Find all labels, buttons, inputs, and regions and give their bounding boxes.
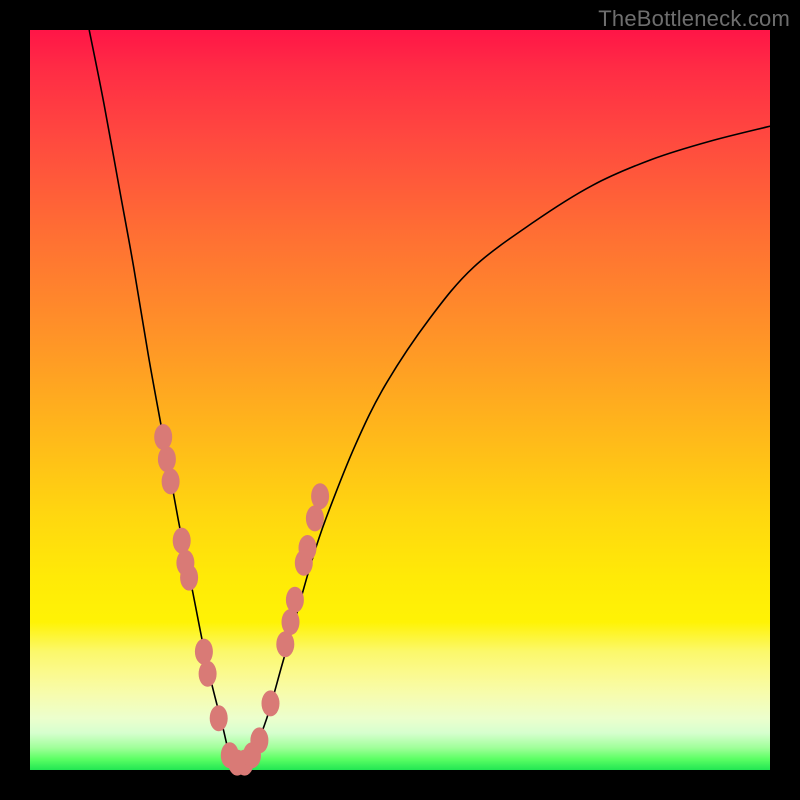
plot-svg — [30, 30, 770, 770]
highlight-blob — [262, 690, 280, 716]
highlight-blob — [282, 609, 300, 635]
chart-frame: TheBottleneck.com — [0, 0, 800, 800]
watermark-text: TheBottleneck.com — [598, 6, 790, 32]
highlight-blob — [299, 535, 317, 561]
highlight-blob — [180, 565, 198, 591]
highlight-blob — [286, 587, 304, 613]
highlight-blob — [173, 528, 191, 554]
plot-area — [30, 30, 770, 770]
highlight-blob — [306, 505, 324, 531]
highlight-blob — [154, 424, 172, 450]
highlight-blob — [158, 446, 176, 472]
highlight-blob — [276, 631, 294, 657]
highlight-blobs — [154, 424, 329, 776]
bottleneck-curve — [89, 30, 770, 768]
highlight-blob — [195, 639, 213, 665]
highlight-blob — [311, 483, 329, 509]
highlight-blob — [199, 661, 217, 687]
highlight-blob — [250, 727, 268, 753]
highlight-blob — [162, 468, 180, 494]
highlight-blob — [210, 705, 228, 731]
